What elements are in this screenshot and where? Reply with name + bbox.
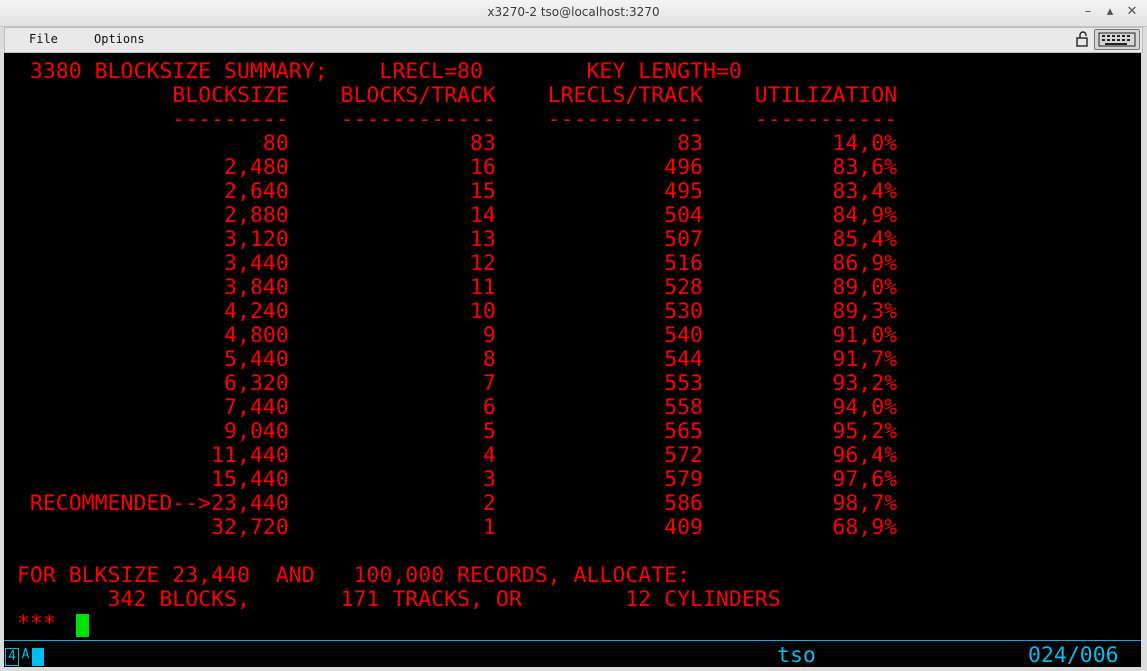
terminal-line: RECOMMENDED-->23,440 2 586 98,7% [4,492,898,516]
title-bar: x3270-2 tso@localhost:3270 – ▴ ✕ [0,0,1147,27]
terminal-line: 80 83 83 14,0% [4,132,898,156]
minimize-icon[interactable]: – [1081,3,1095,21]
cursor-block [76,614,89,637]
terminal-line: 11,440 4 572 96,4% [4,444,898,468]
terminal-line: 3380 BLOCKSIZE SUMMARY; LRECL=80 KEY LEN… [4,60,742,84]
connection-mode-indicator: A [21,647,30,662]
window-title: x3270-2 tso@localhost:3270 [487,5,660,19]
terminal-line: 342 BLOCKS, 171 TRACKS, OR 12 CYLINDERS [4,588,781,612]
status-block-icon [32,648,44,666]
terminal-line: FOR BLKSIZE 23,440 AND 100,000 RECORDS, … [4,564,691,588]
connection-box-icon: 4 [5,648,19,666]
terminal-screen[interactable]: 3380 BLOCKSIZE SUMMARY; LRECL=80 KEY LEN… [4,53,1141,668]
status-indicators: 4 A [5,648,44,666]
terminal-line: 2,880 14 504 84,9% [4,204,898,228]
terminal-line: 5,440 8 544 91,7% [4,348,898,372]
menu-bar: File Options [4,27,1143,53]
maximize-icon[interactable]: ▴ [1103,3,1117,21]
terminal-line: 3,440 12 516 86,9% [4,252,898,276]
keypad-icon[interactable] [1094,29,1140,50]
terminal-line: 4,800 9 540 91,0% [4,324,898,348]
lock-icon[interactable] [1074,30,1092,52]
cursor-position: 024/006 [1028,643,1119,668]
terminal-line: *** [4,612,56,636]
window-controls: – ▴ ✕ [1081,3,1139,21]
terminal-line: --------- ------------ ------------ ----… [4,108,898,132]
terminal-line: 4,240 10 530 89,3% [4,300,898,324]
menu-file[interactable]: File [29,32,58,46]
terminal-line: 2,480 16 496 83,6% [4,156,898,180]
menu-options[interactable]: Options [94,32,145,46]
terminal-line: 6,320 7 553 93,2% [4,372,898,396]
session-name: tso [777,643,816,668]
terminal-line: BLOCKSIZE BLOCKS/TRACK LRECLS/TRACK UTIL… [4,84,898,108]
close-icon[interactable]: ✕ [1125,3,1139,21]
terminal-line: 32,720 1 409 68,9% [4,516,898,540]
terminal-line: 9,040 5 565 95,2% [4,420,898,444]
terminal-line: 7,440 6 558 94,0% [4,396,898,420]
terminal-line: 2,640 15 495 83,4% [4,180,898,204]
terminal-line: 3,840 11 528 89,0% [4,276,898,300]
terminal-line: 15,440 3 579 97,6% [4,468,898,492]
status-divider [4,640,1141,641]
terminal-line: 3,120 13 507 85,4% [4,228,898,252]
